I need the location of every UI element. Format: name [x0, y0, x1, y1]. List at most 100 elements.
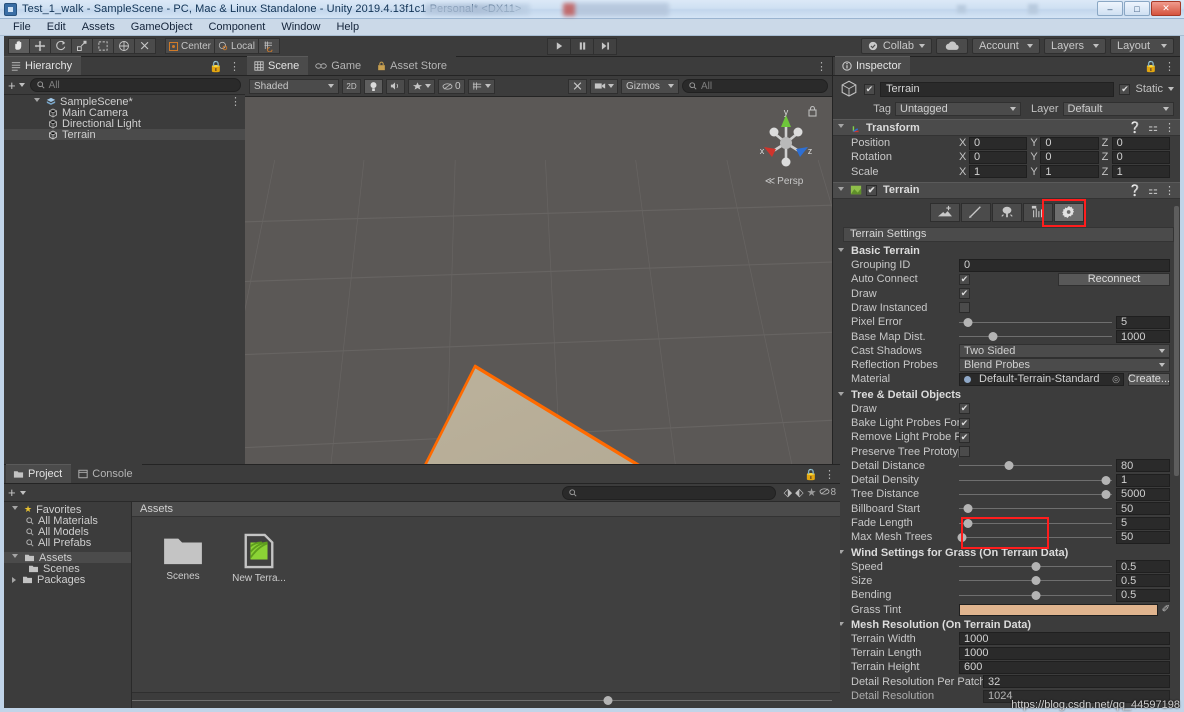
layers-button[interactable]: Layers [1044, 38, 1106, 54]
menu-component[interactable]: Component [201, 20, 272, 34]
terrain-settings-icon-button[interactable] [1053, 202, 1084, 222]
object-picker-icon[interactable]: ◎ [1112, 374, 1123, 385]
chevron-down-icon[interactable] [838, 391, 844, 399]
draw-checkbox[interactable] [959, 288, 970, 300]
maximize-button[interactable]: □ [1124, 1, 1150, 16]
raise-lower-terrain-icon-button[interactable] [929, 202, 960, 222]
scene-camera-button[interactable] [590, 78, 618, 94]
transform-tool-button[interactable] [113, 38, 135, 54]
kebab-menu-icon[interactable]: ⋮ [824, 468, 835, 481]
scale-z-input[interactable]: 1 [1111, 165, 1170, 179]
scene-audio-button[interactable] [386, 78, 405, 94]
cloud-button[interactable] [936, 38, 968, 54]
terrain-enabled-checkbox[interactable] [866, 184, 877, 196]
rotation-y-input[interactable]: 0 [1040, 150, 1099, 164]
scene-audio-count-button[interactable]: 0 [438, 78, 465, 94]
section-basic-terrain[interactable]: Basic Terrain [833, 245, 1180, 258]
bake-light-probes-checkbox[interactable] [959, 417, 970, 429]
draw-instanced-checkbox[interactable] [959, 302, 970, 314]
hierarchy-row-main-camera[interactable]: Main Camera [4, 107, 245, 119]
tab-hierarchy[interactable]: Hierarchy [4, 56, 82, 75]
detail-res-per-patch-input[interactable]: 32 [983, 675, 1170, 689]
object-enabled-checkbox[interactable] [864, 83, 875, 95]
pixel-error-slider[interactable] [959, 316, 1112, 329]
chevron-down-icon[interactable] [838, 124, 844, 131]
auto-connect-checkbox[interactable] [959, 273, 970, 285]
project-search-input[interactable] [561, 485, 776, 500]
hierarchy-row-samplescene[interactable]: SampleScene* ⋮ [4, 95, 245, 108]
project-tree-packages[interactable]: Packages [4, 574, 131, 586]
component-header-terrain[interactable]: Terrain ❔ ⚏ ⋮ [833, 181, 1180, 199]
project-tree-assets[interactable]: Assets [4, 552, 131, 564]
tab-scene[interactable]: Scene [247, 56, 309, 75]
minimize-button[interactable]: – [1097, 1, 1123, 16]
hand-tool-button[interactable] [8, 38, 30, 54]
project-tree-scenes[interactable]: Scenes [4, 563, 131, 575]
fade-length-slider[interactable] [959, 517, 1112, 530]
scale-y-input[interactable]: 1 [1040, 165, 1099, 179]
wind-bending-slider[interactable] [959, 589, 1112, 602]
paint-details-icon-button[interactable] [1022, 202, 1053, 222]
custom-tool-button[interactable] [134, 38, 156, 54]
collab-button[interactable]: Collab [860, 38, 932, 54]
paint-texture-icon-button[interactable] [960, 202, 991, 222]
menu-file[interactable]: File [6, 20, 38, 34]
terrain-width-input[interactable]: 1000 [959, 632, 1170, 646]
billboard-start-value[interactable]: 50 [1116, 502, 1170, 516]
help-icon[interactable]: ❔ [1128, 121, 1142, 134]
preserve-prototype-checkbox[interactable] [959, 446, 970, 458]
kebab-menu-icon[interactable]: ⋮ [230, 95, 241, 108]
max-mesh-trees-value[interactable]: 50 [1116, 530, 1170, 544]
component-header-transform[interactable]: Transform ❔ ⚏ ⋮ [833, 119, 1180, 136]
chevron-down-icon[interactable] [838, 247, 844, 255]
material-object-field[interactable]: Default-Terrain-Standard ◎ [959, 372, 1124, 386]
chevron-right-icon[interactable] [12, 576, 16, 583]
wind-size-value[interactable]: 0.5 [1116, 574, 1170, 588]
menu-window[interactable]: Window [274, 20, 327, 34]
menu-assets[interactable]: Assets [75, 20, 122, 34]
terrain-height-input[interactable]: 600 [959, 660, 1170, 674]
base-map-dist-slider[interactable] [959, 330, 1112, 343]
base-map-dist-value[interactable]: 1000 [1116, 330, 1170, 344]
rect-tool-button[interactable] [92, 38, 114, 54]
move-tool-button[interactable] [29, 38, 51, 54]
object-name-input[interactable]: Terrain [880, 81, 1115, 97]
asset-zoom-slider[interactable] [132, 695, 832, 707]
pause-button[interactable] [570, 37, 594, 55]
max-mesh-trees-slider[interactable] [957, 531, 1112, 544]
wind-size-slider[interactable] [959, 574, 1112, 587]
step-button[interactable] [593, 37, 617, 55]
preset-icon[interactable]: ⚏ [1148, 184, 1158, 197]
lock-icon[interactable]: 🔒 [1144, 60, 1158, 73]
pivot-rotation-button[interactable]: Local [214, 38, 259, 54]
scale-tool-button[interactable] [71, 38, 93, 54]
lock-icon[interactable]: 🔒 [209, 60, 223, 73]
position-x-input[interactable]: 0 [969, 136, 1028, 150]
static-checkbox[interactable] [1119, 83, 1131, 95]
shading-mode-dropdown[interactable]: Shaded [249, 78, 339, 94]
lock-icon[interactable]: 🔒 [804, 468, 818, 481]
scene-grid-button[interactable] [467, 78, 495, 94]
account-button[interactable]: Account [972, 38, 1040, 54]
position-z-input[interactable]: 0 [1111, 136, 1170, 150]
grid-snapping-button[interactable] [257, 38, 280, 54]
hidden-packages-icon[interactable]: 8 [819, 487, 836, 498]
section-mesh-resolution[interactable]: Mesh Resolution (On Terrain Data) [833, 619, 1180, 632]
rotate-tool-button[interactable] [50, 38, 72, 54]
section-wind-settings[interactable]: Wind Settings for Grass (On Terrain Data… [833, 547, 1180, 560]
scene-fx-button[interactable] [408, 78, 435, 94]
tab-inspector[interactable]: Inspector [835, 56, 911, 75]
paint-trees-icon-button[interactable] [991, 202, 1022, 222]
eyedropper-icon[interactable]: ✐ [1162, 604, 1170, 615]
favorite-star-icon[interactable]: ★ [807, 486, 817, 499]
menu-edit[interactable]: Edit [40, 20, 73, 34]
perspective-label[interactable]: ≪ Persp [750, 176, 818, 187]
detail-density-value[interactable]: 1 [1116, 473, 1170, 487]
billboard-start-slider[interactable] [959, 502, 1112, 515]
reflection-probes-dropdown[interactable]: Blend Probes [959, 358, 1170, 373]
asset-item-scenes[interactable]: Scenes [152, 533, 214, 582]
scene-tools-button[interactable] [568, 78, 587, 94]
remove-ringing-checkbox[interactable] [959, 431, 970, 443]
tab-asset-store[interactable]: Asset Store [370, 56, 457, 75]
tree-distance-slider[interactable] [959, 488, 1112, 501]
